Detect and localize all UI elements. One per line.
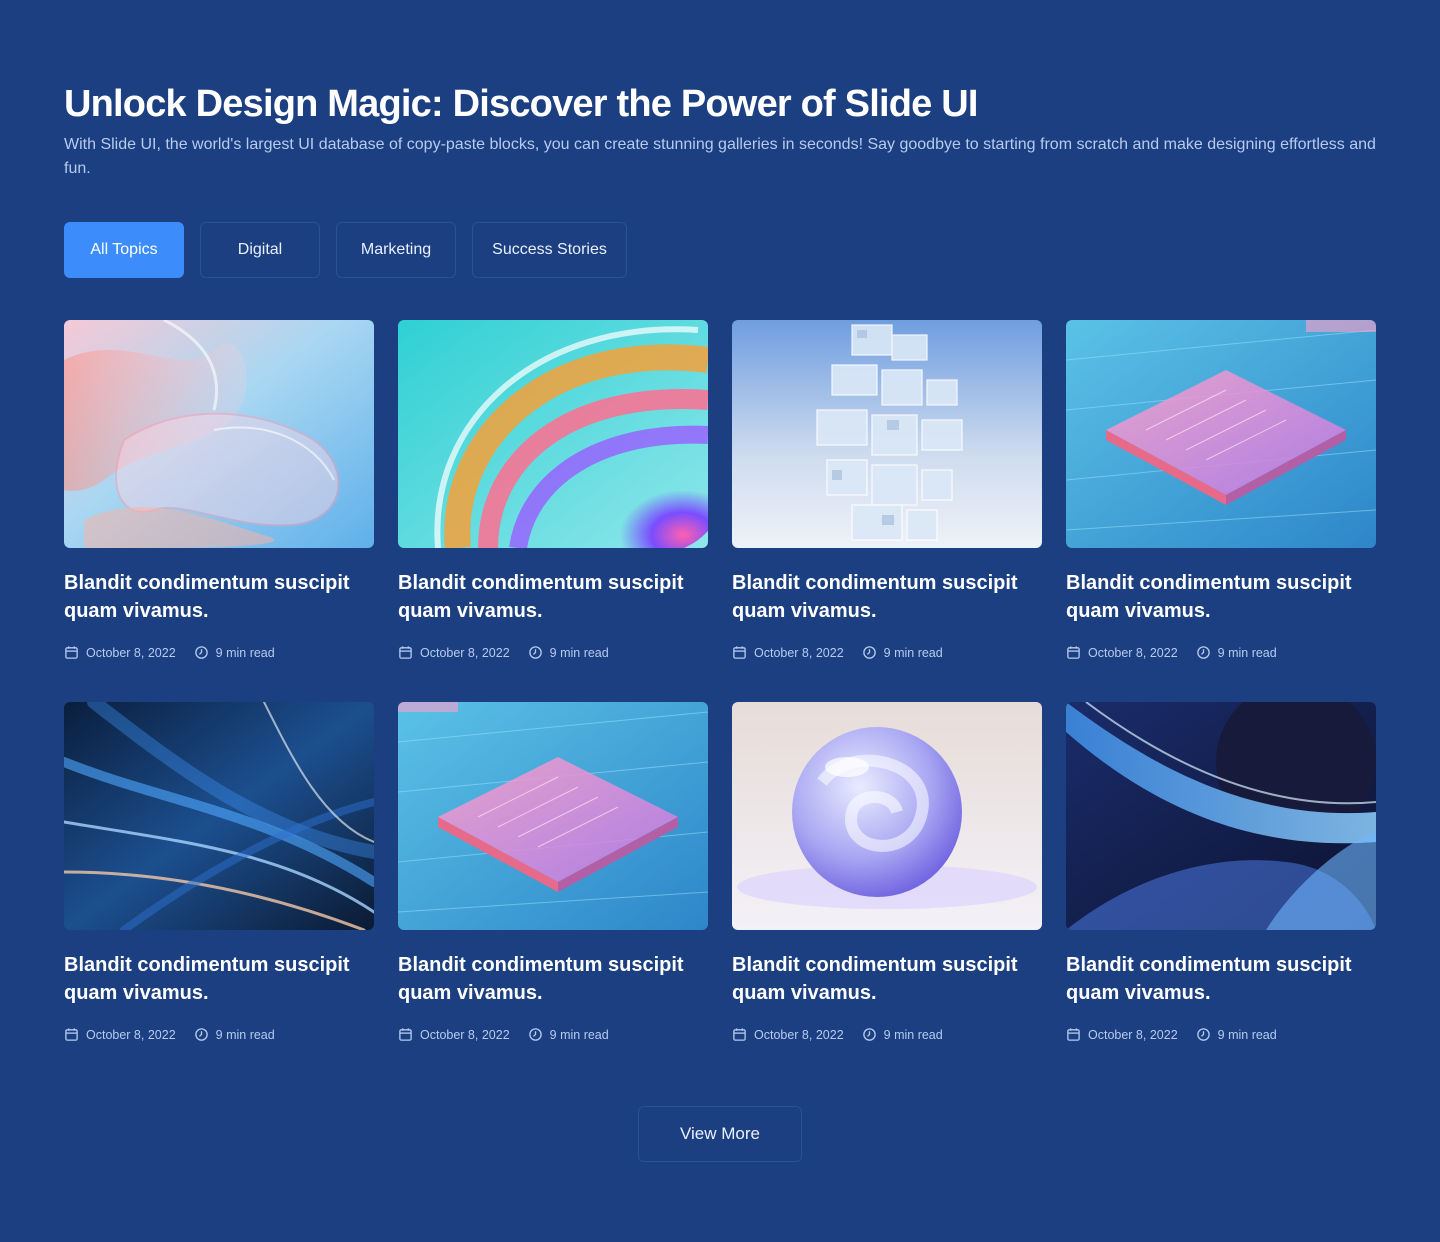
tab-all-topics[interactable]: All Topics [64,222,184,278]
post-date: October 8, 2022 [1088,1027,1178,1042]
post-date: October 8, 2022 [754,1027,844,1042]
calendar-icon [399,646,412,659]
post-title[interactable]: Blandit condimentum suscipit quam vivamu… [732,569,1042,625]
post-title[interactable]: Blandit condimentum suscipit quam vivamu… [64,569,374,625]
calendar-icon [1067,1028,1080,1041]
post-image-glass-cube-tower [732,320,1042,548]
post-read-time: 9 min read [215,645,275,660]
post-date: October 8, 2022 [1088,645,1178,660]
page-subtitle: With Slide UI, the world's largest UI da… [64,136,1376,177]
post-image-glass-sphere [732,702,1042,930]
post-title[interactable]: Blandit condimentum suscipit quam vivamu… [732,951,1042,1007]
calendar-icon [733,646,746,659]
post-card[interactable]: Blandit condimentum suscipit quam vivamu… [732,320,1042,668]
post-image-blue-light-streaks [64,702,374,930]
clock-icon [1196,1028,1210,1041]
tab-success-stories[interactable]: Success Stories [472,222,627,278]
post-read-time: 9 min read [549,645,609,660]
clock-icon [194,1028,208,1041]
clock-icon [528,1028,542,1041]
post-card[interactable]: Blandit condimentum suscipit quam vivamu… [732,702,1042,1050]
post-date: October 8, 2022 [420,645,510,660]
post-meta: October 8, 2022 9 min read [64,645,374,660]
post-meta: October 8, 2022 9 min read [64,1027,374,1042]
post-card[interactable]: Blandit condimentum suscipit quam vivamu… [1066,320,1376,668]
post-card[interactable]: Blandit condimentum suscipit quam vivamu… [398,702,708,1050]
post-image-iridescent-swirl [398,320,708,548]
calendar-icon [65,1028,78,1041]
post-image-circuit-chip [1066,320,1376,548]
clock-icon [528,646,542,659]
post-date: October 8, 2022 [86,1027,176,1042]
view-more-button[interactable]: View More [638,1106,802,1162]
tab-digital[interactable]: Digital [200,222,320,278]
post-title[interactable]: Blandit condimentum suscipit quam vivamu… [1066,569,1376,625]
post-image-blue-ribbon-wave [1066,702,1376,930]
post-title[interactable]: Blandit condimentum suscipit quam vivamu… [398,569,708,625]
post-title[interactable]: Blandit condimentum suscipit quam vivamu… [398,951,708,1007]
post-read-time: 9 min read [549,1027,609,1042]
post-read-time: 9 min read [1217,1027,1277,1042]
post-read-time: 9 min read [883,645,943,660]
post-read-time: 9 min read [1217,645,1277,660]
post-date: October 8, 2022 [86,645,176,660]
tab-marketing[interactable]: Marketing [336,222,456,278]
post-image-circuit-chip [398,702,708,930]
post-meta: October 8, 2022 9 min read [398,1027,708,1042]
post-title[interactable]: Blandit condimentum suscipit quam vivamu… [1066,951,1376,1007]
post-date: October 8, 2022 [420,1027,510,1042]
post-meta: October 8, 2022 9 min read [732,1027,1042,1042]
post-title[interactable]: Blandit condimentum suscipit quam vivamu… [64,951,374,1007]
post-card[interactable]: Blandit condimentum suscipit quam vivamu… [398,320,708,668]
calendar-icon [65,646,78,659]
post-read-time: 9 min read [215,1027,275,1042]
post-read-time: 9 min read [883,1027,943,1042]
page-title: Unlock Design Magic: Discover the Power … [64,83,978,125]
clock-icon [194,646,208,659]
clock-icon [1196,646,1210,659]
calendar-icon [733,1028,746,1041]
post-meta: October 8, 2022 9 min read [1066,645,1376,660]
clock-icon [862,646,876,659]
post-meta: October 8, 2022 9 min read [732,645,1042,660]
post-date: October 8, 2022 [754,645,844,660]
calendar-icon [399,1028,412,1041]
calendar-icon [1067,646,1080,659]
post-image-pink-glass-waves [64,320,374,548]
clock-icon [862,1028,876,1041]
post-card[interactable]: Blandit condimentum suscipit quam vivamu… [64,702,374,1050]
post-grid: Blandit condimentum suscipit quam vivamu… [64,320,1376,1050]
post-meta: October 8, 2022 9 min read [1066,1027,1376,1042]
post-card[interactable]: Blandit condimentum suscipit quam vivamu… [1066,702,1376,1050]
post-card[interactable]: Blandit condimentum suscipit quam vivamu… [64,320,374,668]
post-meta: October 8, 2022 9 min read [398,645,708,660]
topic-tabs: All Topics Digital Marketing Success Sto… [64,222,627,278]
